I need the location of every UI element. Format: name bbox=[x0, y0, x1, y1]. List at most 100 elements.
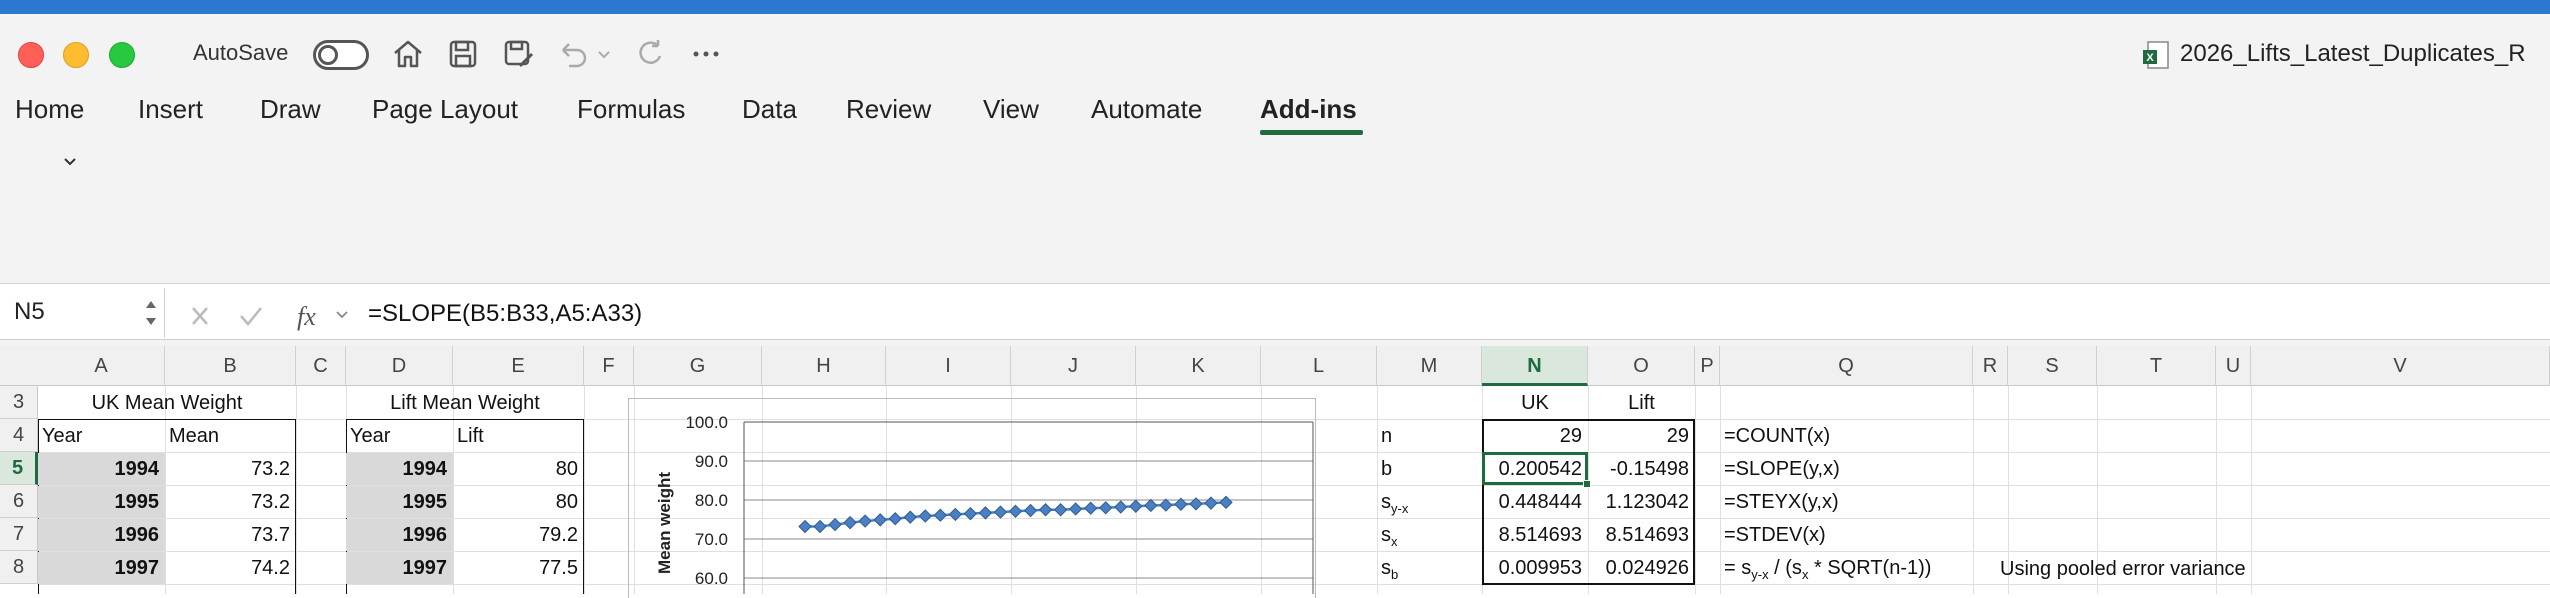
stat-lift-value[interactable]: -0.15498 bbox=[1588, 453, 1695, 485]
chevron-down-icon[interactable] bbox=[62, 154, 78, 170]
column-header-u[interactable]: U bbox=[2216, 346, 2251, 386]
stat-label[interactable]: sy-x bbox=[1377, 486, 1482, 518]
stat-uk-value[interactable]: 29 bbox=[1482, 420, 1588, 452]
formula-input[interactable]: =SLOPE(B5:B33,A5:A33) bbox=[368, 300, 642, 328]
uk-mean-cell[interactable]: 74.2 bbox=[165, 552, 296, 584]
more-options-icon[interactable] bbox=[688, 36, 724, 72]
save-icon[interactable] bbox=[445, 36, 481, 72]
column-header-c[interactable]: C bbox=[296, 346, 346, 386]
stat-lift-value[interactable]: 29 bbox=[1588, 420, 1695, 452]
lift-year-cell[interactable]: 1996 bbox=[346, 519, 453, 551]
column-header-b[interactable]: B bbox=[165, 346, 296, 386]
uk-year-cell[interactable]: 1995 bbox=[38, 486, 165, 518]
confirm-icon[interactable] bbox=[240, 307, 262, 326]
uk-table-title[interactable]: UK Mean Weight bbox=[38, 387, 296, 419]
stat-lift-value[interactable]: 0.024926 bbox=[1588, 552, 1695, 584]
column-header-e[interactable]: E bbox=[453, 346, 584, 386]
row-header-4[interactable]: 4 bbox=[0, 419, 38, 452]
uk-mean-cell[interactable]: 73.2 bbox=[165, 453, 296, 485]
stats-header-lift[interactable]: Lift bbox=[1588, 387, 1695, 419]
tab-add-ins[interactable]: Add-ins bbox=[1260, 94, 1357, 125]
cancel-icon[interactable] bbox=[192, 307, 208, 325]
tab-review[interactable]: Review bbox=[846, 94, 931, 125]
lift-table-title[interactable]: Lift Mean Weight bbox=[346, 387, 584, 419]
stat-label[interactable]: sx bbox=[1377, 519, 1482, 551]
close-window-button[interactable] bbox=[18, 42, 44, 68]
pooled-note[interactable]: Using pooled error variance bbox=[1996, 553, 2276, 585]
stat-label[interactable]: b bbox=[1377, 453, 1482, 485]
column-header-a[interactable]: A bbox=[38, 346, 165, 386]
stat-formula-note[interactable]: = sy-x / (sx * SQRT(n-1)) bbox=[1720, 552, 1973, 584]
column-header-p[interactable]: P bbox=[1695, 346, 1720, 386]
stat-label[interactable]: n bbox=[1377, 420, 1482, 452]
row-header-3[interactable]: 3 bbox=[0, 386, 38, 419]
minimize-window-button[interactable] bbox=[63, 42, 89, 68]
stat-formula-note[interactable]: =COUNT(x) bbox=[1720, 420, 1973, 452]
undo-dropdown-icon[interactable] bbox=[596, 36, 612, 72]
column-header-h[interactable]: H bbox=[762, 346, 886, 386]
tab-draw[interactable]: Draw bbox=[260, 94, 321, 125]
lift-value-cell[interactable]: 79.2 bbox=[453, 519, 584, 551]
stat-uk-value[interactable]: 0.448444 bbox=[1482, 486, 1588, 518]
stat-formula-note[interactable]: =SLOPE(y,x) bbox=[1720, 453, 1973, 485]
column-header-q[interactable]: Q bbox=[1720, 346, 1973, 386]
name-box[interactable]: N5 bbox=[0, 288, 165, 338]
tab-data[interactable]: Data bbox=[742, 94, 797, 125]
undo-icon[interactable] bbox=[555, 36, 591, 72]
stat-lift-value[interactable]: 1.123042 bbox=[1588, 486, 1695, 518]
stat-label[interactable]: sb bbox=[1377, 552, 1482, 584]
column-header-j[interactable]: J bbox=[1011, 346, 1136, 386]
uk-year-cell[interactable]: 1994 bbox=[38, 453, 165, 485]
row-header-5[interactable]: 5 bbox=[0, 452, 38, 485]
column-header-m[interactable]: M bbox=[1377, 346, 1482, 386]
column-header-l[interactable]: L bbox=[1261, 346, 1377, 386]
column-header-g[interactable]: G bbox=[634, 346, 762, 386]
column-header-k[interactable]: K bbox=[1136, 346, 1261, 386]
lift-value-cell[interactable]: 80 bbox=[453, 486, 584, 518]
row-header-6[interactable]: 6 bbox=[0, 485, 38, 518]
lift-value-cell[interactable]: 77.5 bbox=[453, 552, 584, 584]
name-box-stepper-icon[interactable] bbox=[144, 294, 158, 332]
y-tick-label: 60.0 bbox=[695, 569, 728, 588]
column-header-d[interactable]: D bbox=[346, 346, 453, 386]
redo-icon[interactable] bbox=[632, 36, 668, 72]
column-header-n[interactable]: N bbox=[1482, 346, 1588, 386]
lift-year-cell[interactable]: 1997 bbox=[346, 552, 453, 584]
stat-formula-note[interactable]: =STDEV(x) bbox=[1720, 519, 1973, 551]
stat-uk-value[interactable]: 8.514693 bbox=[1482, 519, 1588, 551]
row-header-7[interactable]: 7 bbox=[0, 518, 38, 551]
home-icon[interactable] bbox=[390, 36, 426, 72]
stats-header-uk[interactable]: UK bbox=[1482, 387, 1588, 419]
autosave-toggle[interactable] bbox=[313, 40, 369, 70]
tab-home[interactable]: Home bbox=[15, 94, 84, 125]
column-header-v[interactable]: V bbox=[2251, 346, 2550, 386]
tab-formulas[interactable]: Formulas bbox=[577, 94, 685, 125]
uk-year-cell[interactable]: 1996 bbox=[38, 519, 165, 551]
tab-view[interactable]: View bbox=[983, 94, 1039, 125]
column-header-t[interactable]: T bbox=[2097, 346, 2216, 386]
mean-weight-chart[interactable]: Mean weight 100.0 90.0 80.0 70.0 60.0 bbox=[628, 398, 1316, 594]
save-as-icon[interactable] bbox=[500, 36, 536, 72]
stat-lift-value[interactable]: 8.514693 bbox=[1588, 519, 1695, 551]
tab-insert[interactable]: Insert bbox=[138, 94, 203, 125]
column-header-f[interactable]: F bbox=[584, 346, 634, 386]
stat-formula-note[interactable]: =STEYX(y,x) bbox=[1720, 486, 1973, 518]
column-header-o[interactable]: O bbox=[1588, 346, 1695, 386]
tab-page-layout[interactable]: Page Layout bbox=[372, 94, 518, 125]
uk-mean-cell[interactable]: 73.2 bbox=[165, 486, 296, 518]
uk-year-cell[interactable]: 1997 bbox=[38, 552, 165, 584]
data-point-marker bbox=[1053, 503, 1068, 517]
lift-year-cell[interactable]: 1995 bbox=[346, 486, 453, 518]
uk-mean-cell[interactable]: 73.7 bbox=[165, 519, 296, 551]
fill-handle[interactable] bbox=[1583, 480, 1591, 488]
row-header-8[interactable]: 8 bbox=[0, 551, 38, 584]
column-header-r[interactable]: R bbox=[1973, 346, 2008, 386]
lift-year-cell[interactable]: 1994 bbox=[346, 453, 453, 485]
stat-uk-value[interactable]: 0.009953 bbox=[1482, 552, 1588, 584]
tab-automate[interactable]: Automate bbox=[1091, 94, 1202, 125]
insert-function-icon[interactable]: fx bbox=[297, 302, 348, 331]
zoom-window-button[interactable] bbox=[109, 42, 135, 68]
column-header-i[interactable]: I bbox=[886, 346, 1011, 386]
lift-value-cell[interactable]: 80 bbox=[453, 453, 584, 485]
column-header-s[interactable]: S bbox=[2008, 346, 2097, 386]
